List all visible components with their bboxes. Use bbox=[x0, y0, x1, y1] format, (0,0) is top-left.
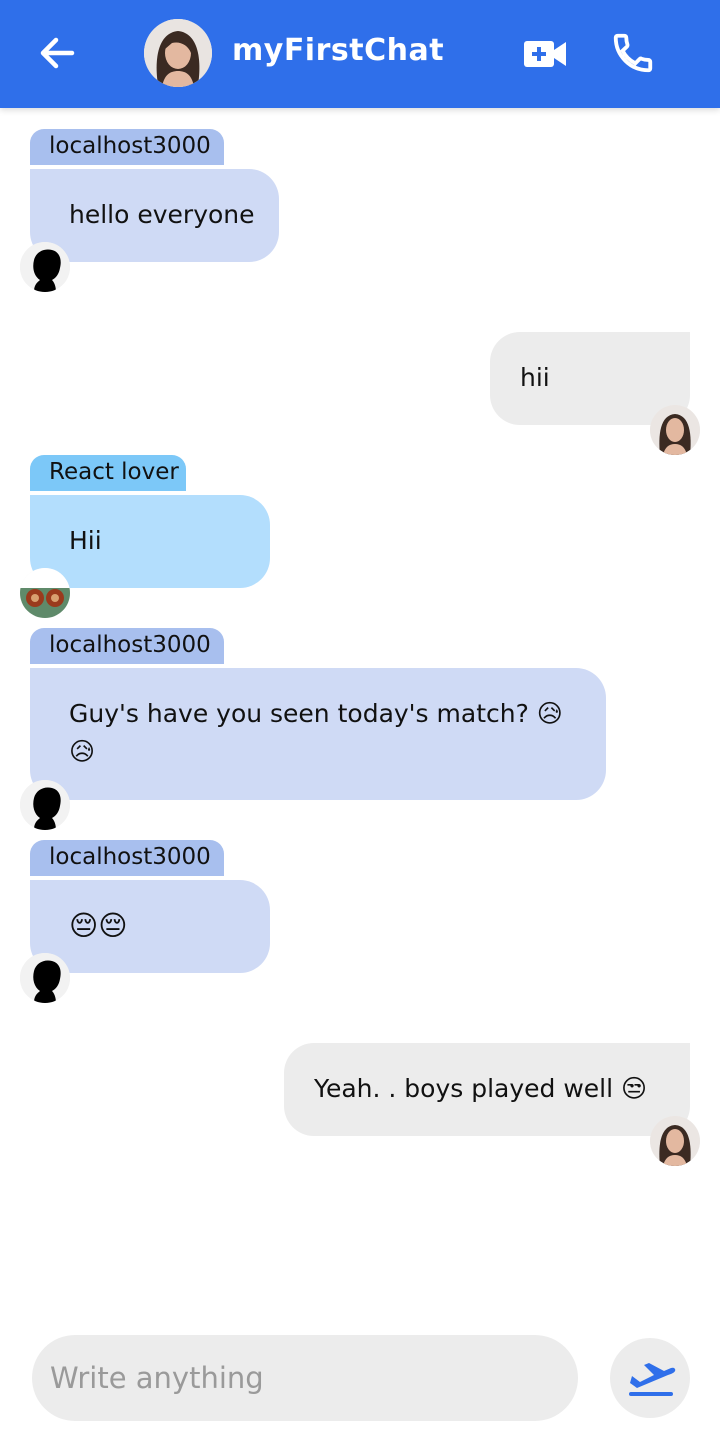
chat-avatar[interactable] bbox=[144, 19, 212, 87]
message-bubble: Yeah. . boys played well 😒 bbox=[284, 1043, 690, 1136]
video-call-button[interactable] bbox=[522, 36, 568, 72]
sender-avatar bbox=[20, 242, 70, 292]
sender-avatar bbox=[20, 780, 70, 830]
message-bubble: 😔😔 bbox=[30, 880, 270, 973]
sender-label: localhost3000 bbox=[30, 628, 224, 664]
sender-label: localhost3000 bbox=[30, 840, 224, 876]
chat-title: myFirstChat bbox=[232, 33, 445, 68]
message-text: Guy's have you seen today's match? 😥 bbox=[69, 699, 563, 728]
message-bubble: Guy's have you seen today's match? 😥 😥 bbox=[30, 668, 606, 800]
message-input[interactable] bbox=[32, 1335, 578, 1421]
message-text-continued: 😥 bbox=[69, 737, 96, 766]
message-text: Hii bbox=[69, 526, 102, 555]
phone-icon bbox=[613, 33, 653, 73]
message-text: 😔😔 bbox=[69, 909, 128, 942]
send-button[interactable] bbox=[610, 1338, 690, 1418]
own-avatar bbox=[650, 1116, 700, 1166]
arrow-left-icon bbox=[40, 37, 75, 69]
chat-header: myFirstChat bbox=[0, 0, 720, 108]
sender-label: React lover bbox=[30, 455, 186, 491]
chat-screen: myFirstChat localhost3000 hello everyone… bbox=[0, 0, 720, 1439]
message-text: hii bbox=[520, 363, 550, 392]
message-text: Yeah. . boys played well 😒 bbox=[314, 1074, 648, 1103]
message-bubble: Hii bbox=[30, 495, 270, 588]
message-text: hello everyone bbox=[69, 200, 255, 229]
video-plus-icon bbox=[524, 41, 566, 67]
airplane-send-icon bbox=[629, 1363, 676, 1396]
sender-label: localhost3000 bbox=[30, 129, 224, 165]
back-button[interactable] bbox=[36, 32, 78, 74]
voice-call-button[interactable] bbox=[610, 30, 656, 76]
own-avatar bbox=[650, 405, 700, 455]
message-input-container bbox=[32, 1335, 578, 1421]
sender-avatar bbox=[20, 953, 70, 1003]
message-bubble: hello everyone bbox=[30, 169, 279, 262]
sender-avatar bbox=[20, 568, 70, 618]
